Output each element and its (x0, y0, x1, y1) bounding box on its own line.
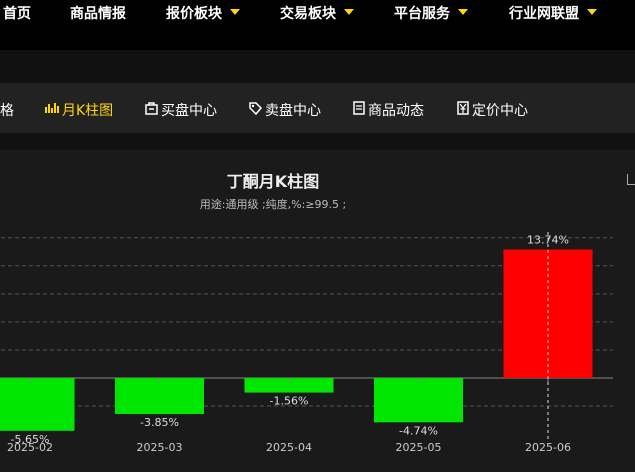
x-tick-label-2025-02: 2025-02 (7, 441, 53, 454)
monthly-k-bar-chart: -5.65%2025-02-3.85%2025-03-1.56%2025-04-… (0, 232, 613, 454)
x-tick-label-2025-06: 2025-06 (525, 441, 571, 454)
x-tick-label-2025-05: 2025-05 (396, 441, 442, 454)
x-tick-label-2025-03: 2025-03 (137, 441, 183, 454)
x-tick-label-2025-04: 2025-04 (266, 441, 312, 454)
data-label-2025-05: -4.74% (399, 424, 438, 437)
bar-2025-05 (374, 378, 463, 423)
data-label-2025-04: -1.56% (270, 395, 309, 408)
data-label-2025-03: -3.85% (140, 416, 179, 429)
bar-2025-03 (115, 378, 204, 414)
bar-2025-02 (0, 378, 75, 431)
